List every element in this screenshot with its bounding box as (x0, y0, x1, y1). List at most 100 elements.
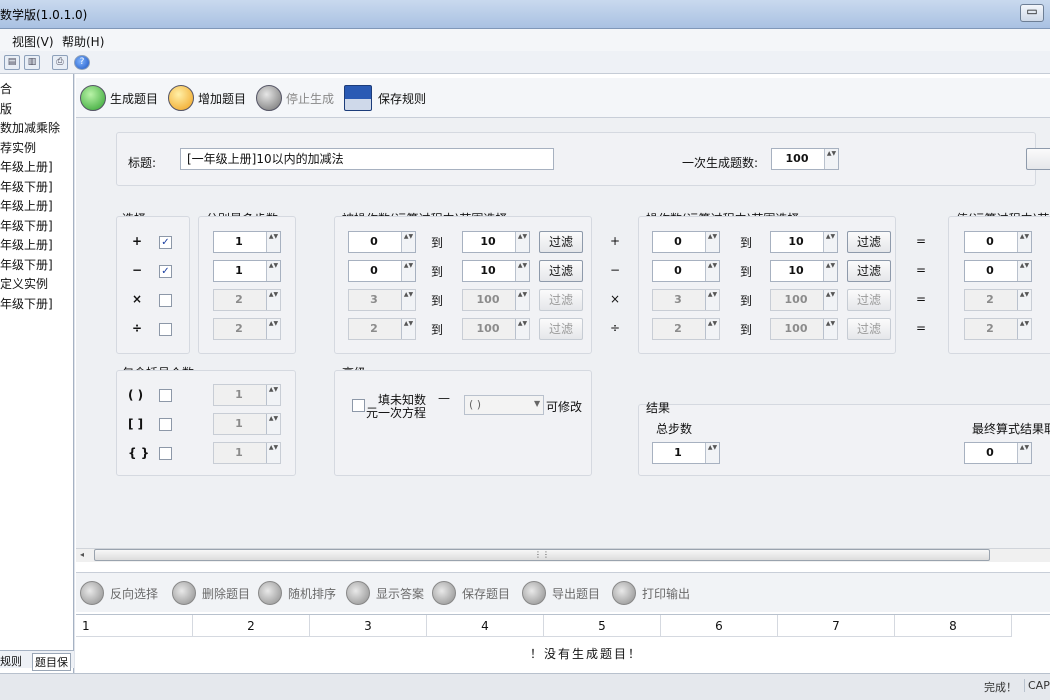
operator-from-spinner[interactable]: 2 ▲▼ (652, 318, 720, 340)
column-header[interactable]: 6 (661, 615, 778, 637)
sidebar-item[interactable]: 定义实例 (0, 275, 48, 292)
operator-to-spinner[interactable]: 100 ▲▼ (770, 318, 838, 340)
help-icon[interactable]: ? (74, 55, 90, 70)
value-spinner[interactable]: 2 ▲▼ (964, 318, 1032, 340)
operator-checkbox[interactable]: ✓ (159, 236, 172, 249)
shuffle-button[interactable]: 随机排序 (258, 580, 336, 606)
spinner-arrows-icon[interactable]: ▲▼ (266, 443, 280, 463)
add-button[interactable]: 增加题目 (168, 85, 246, 111)
steps-spinner[interactable]: 2 ▲▼ (213, 289, 281, 311)
bracket-checkbox[interactable] (159, 447, 172, 460)
spinner-arrows-icon[interactable]: ▲▼ (401, 319, 415, 339)
operator-checkbox[interactable]: ✓ (159, 265, 172, 278)
column-header[interactable]: 4 (427, 615, 544, 637)
count-spinner[interactable]: 100 ▲▼ (771, 148, 839, 170)
value-spinner[interactable]: 0 ▲▼ (964, 231, 1032, 253)
spinner-arrows-icon[interactable]: ▲▼ (1017, 319, 1031, 339)
operator-to-spinner[interactable]: 10 ▲▼ (770, 260, 838, 282)
operand-from-spinner[interactable]: 0 ▲▼ (348, 231, 416, 253)
operand-to-spinner[interactable]: 10 ▲▼ (462, 231, 530, 253)
spinner-arrows-icon[interactable]: ▲▼ (705, 232, 719, 252)
sidebar-item[interactable]: 年级下册] (0, 217, 53, 234)
show-answers-button[interactable]: 显示答案 (346, 580, 424, 606)
invert-select-button[interactable]: 反向选择 (80, 580, 158, 606)
column-header[interactable]: 3 (310, 615, 427, 637)
steps-spinner[interactable]: 1 ▲▼ (213, 231, 281, 253)
spinner-arrows-icon[interactable]: ▲▼ (266, 414, 280, 434)
operator-filter-button[interactable]: 过滤 (847, 318, 891, 340)
spinner-arrows-icon[interactable]: ▲▼ (515, 261, 529, 281)
sidebar-item[interactable]: 荐实例 (0, 139, 36, 156)
operand-filter-button[interactable]: 过滤 (539, 260, 583, 282)
stop-button[interactable]: 停止生成 (256, 85, 334, 111)
spinner-arrows-icon[interactable]: ▲▼ (515, 232, 529, 252)
operand-from-spinner[interactable]: 3 ▲▼ (348, 289, 416, 311)
column-header[interactable]: 7 (778, 615, 895, 637)
minimize-button[interactable]: ▭ (1020, 4, 1044, 22)
sidebar-item[interactable]: 数加减乘除 (0, 119, 60, 136)
spinner-arrows-icon[interactable]: ▲▼ (401, 232, 415, 252)
spinner-arrows-icon[interactable]: ▲▼ (515, 290, 529, 310)
spinner-arrows-icon[interactable]: ▲▼ (705, 261, 719, 281)
bracket-checkbox[interactable] (159, 389, 172, 402)
spinner-arrows-icon[interactable]: ▲▼ (1017, 232, 1031, 252)
generate-button[interactable]: 生成题目 (80, 85, 158, 111)
sidebar-item[interactable]: 年级上册] (0, 158, 53, 175)
operator-filter-button[interactable]: 过滤 (847, 260, 891, 282)
tab-saved-questions[interactable]: 题目保 (32, 653, 71, 671)
print-icon[interactable]: ⎙ (52, 55, 68, 70)
operand-to-spinner[interactable]: 100 ▲▼ (462, 289, 530, 311)
scrollbar-thumb[interactable]: ⋮⋮ (94, 549, 990, 561)
operator-checkbox[interactable] (159, 323, 172, 336)
operand-filter-button[interactable]: 过滤 (539, 231, 583, 253)
column-header[interactable]: 2 (193, 615, 310, 637)
menu-view[interactable]: 视图(V) (12, 33, 54, 50)
operand-filter-button[interactable]: 过滤 (539, 289, 583, 311)
bracket-spinner[interactable]: 1 ▲▼ (213, 413, 281, 435)
value-spinner[interactable]: 0 ▲▼ (964, 260, 1032, 282)
operand-from-spinner[interactable]: 2 ▲▼ (348, 318, 416, 340)
column-header[interactable]: 1 (76, 615, 193, 637)
spinner-arrows-icon[interactable]: ▲▼ (1017, 261, 1031, 281)
spinner-arrows-icon[interactable]: ▲▼ (266, 319, 280, 339)
spinner-arrows-icon[interactable]: ▲▼ (266, 232, 280, 252)
spinner-arrows-icon[interactable]: ▲▼ (1017, 290, 1031, 310)
sidebar-item[interactable]: 合 (0, 80, 12, 97)
operator-to-spinner[interactable]: 10 ▲▼ (770, 231, 838, 253)
spinner-arrows-icon[interactable]: ▲▼ (823, 319, 837, 339)
bracket-spinner[interactable]: 1 ▲▼ (213, 384, 281, 406)
scroll-left-arrow-icon[interactable]: ◂ (80, 550, 84, 559)
spinner-arrows-icon[interactable]: ▲▼ (705, 319, 719, 339)
operator-from-spinner[interactable]: 0 ▲▼ (652, 231, 720, 253)
spinner-arrows-icon[interactable]: ▲▼ (266, 290, 280, 310)
bracket-spinner[interactable]: 1 ▲▼ (213, 442, 281, 464)
operand-from-spinner[interactable]: 0 ▲▼ (348, 260, 416, 282)
delete-questions-button[interactable]: 删除题目 (172, 580, 250, 606)
sidebar-item[interactable]: 年级上册] (0, 197, 53, 214)
operator-to-spinner[interactable]: 100 ▲▼ (770, 289, 838, 311)
title-input[interactable]: [一年级上册]10以内的加减法 (180, 148, 554, 170)
spinner-arrows-icon[interactable]: ▲▼ (823, 290, 837, 310)
spinner-arrows-icon[interactable]: ▲▼ (705, 290, 719, 310)
tab-rules[interactable]: 规则 (0, 653, 22, 669)
spinner-arrows-icon[interactable]: ▲▼ (823, 261, 837, 281)
right-edge-button[interactable] (1026, 148, 1050, 170)
print-output-button[interactable]: 打印输出 (612, 580, 690, 606)
sidebar-item[interactable]: 版 (0, 100, 12, 117)
spinner-arrows-icon[interactable]: ▲▼ (823, 232, 837, 252)
operator-filter-button[interactable]: 过滤 (847, 231, 891, 253)
advanced-checkbox[interactable] (352, 399, 365, 412)
operator-checkbox[interactable] (159, 294, 172, 307)
bracket-checkbox[interactable] (159, 418, 172, 431)
unknown-select[interactable]: ( ) (464, 395, 544, 415)
save-rule-button[interactable]: 保存规则 (344, 85, 426, 111)
spinner-arrows-icon[interactable]: ▲▼ (1017, 443, 1031, 463)
copy-icon[interactable]: ▥ (24, 55, 40, 70)
total-steps-spinner[interactable]: 1 ▲▼ (652, 442, 720, 464)
column-header[interactable]: 8 (895, 615, 1012, 637)
spinner-arrows-icon[interactable]: ▲▼ (266, 385, 280, 405)
column-header[interactable]: 5 (544, 615, 661, 637)
operator-from-spinner[interactable]: 0 ▲▼ (652, 260, 720, 282)
operand-filter-button[interactable]: 过滤 (539, 318, 583, 340)
value-spinner[interactable]: 2 ▲▼ (964, 289, 1032, 311)
